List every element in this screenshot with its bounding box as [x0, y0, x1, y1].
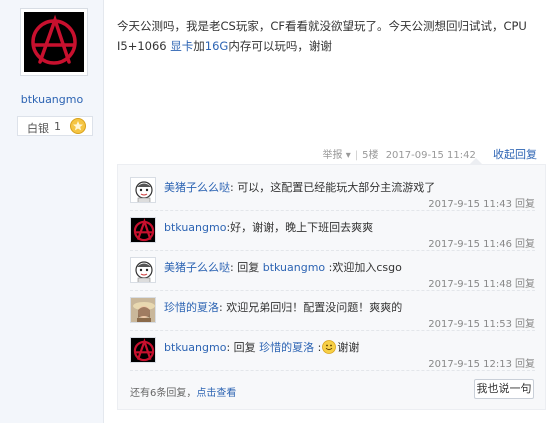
- list-item: 美猪子么么哒: 可以，这配置已经能玩大部分主流游戏了 2017-9-15 11:…: [130, 171, 535, 211]
- cartoon-avatar-icon[interactable]: [130, 257, 156, 283]
- collapse-reply-button[interactable]: 收起回复: [493, 148, 537, 161]
- reply-target-user[interactable]: 珍惜的夏洛: [259, 341, 314, 354]
- reply-text: 好，谢谢，晚上下班回去爽爽: [230, 221, 374, 234]
- reply-timestamp: 2017-9-15 12:13: [428, 359, 512, 370]
- reply-colon: :: [226, 341, 231, 354]
- reply-text: 可以，这配置已经能玩大部分主流游戏了: [237, 181, 436, 194]
- author-avatar[interactable]: [20, 8, 88, 76]
- keyword-link-16g[interactable]: 16G: [205, 39, 229, 53]
- report-link[interactable]: 举报 ▾: [323, 150, 351, 161]
- red-anarchy-symbol-icon[interactable]: [130, 217, 156, 243]
- photo-avatar-icon[interactable]: [130, 297, 156, 323]
- reply-list: 美猪子么么哒: 可以，这配置已经能玩大部分主流游戏了 2017-9-15 11:…: [117, 164, 546, 410]
- post-text-part: 加: [193, 39, 205, 53]
- reply-text: :欢迎加入csgo: [325, 261, 402, 274]
- reply-button[interactable]: 回复: [515, 239, 535, 250]
- floor-number: 5楼: [362, 150, 379, 161]
- more-replies-count: 还有6条回复，: [130, 388, 197, 399]
- reply-text: 欢迎兄弟回归！配置没问题！爽爽的: [226, 301, 403, 314]
- post-text-part: 内存可以玩吗，谢谢: [228, 39, 332, 53]
- reply-text: 谢谢: [337, 341, 360, 354]
- reply-word: 回复: [237, 261, 263, 274]
- add-comment-button[interactable]: 我也说一句: [474, 379, 534, 399]
- rank-badge[interactable]: 白银 1: [17, 116, 93, 136]
- reply-colon: :: [230, 261, 234, 274]
- reply-target-user[interactable]: btkuangmo: [263, 261, 325, 274]
- reply-button[interactable]: 回复: [515, 319, 535, 330]
- smile-emoji-icon: [322, 340, 337, 354]
- list-item: 美猪子么么哒: 回复 btkuangmo :欢迎加入csgo 2017-9-15…: [130, 251, 535, 291]
- reply-word: 回复: [233, 341, 260, 354]
- post-meta-bar: 举报 ▾ | 5楼 2017-09-15 11:42 收起回复: [322, 148, 537, 161]
- list-item: 珍惜的夏洛: 欢迎兄弟回归！配置没问题！爽爽的 2017-9-15 11:53 回…: [130, 291, 535, 331]
- report-arrow-icon: ▾: [345, 150, 351, 161]
- post-timestamp: 2017-09-15 11:42: [385, 150, 476, 161]
- rank-label: 白银: [27, 122, 49, 135]
- reply-separator: :: [314, 341, 322, 354]
- author-username[interactable]: btkuangmo: [0, 93, 104, 106]
- keyword-link-gpu[interactable]: 显卡: [170, 39, 193, 53]
- reply-timestamp: 2017-9-15 11:48: [428, 279, 512, 290]
- reply-username[interactable]: btkuangmo: [164, 221, 226, 234]
- reply-button[interactable]: 回复: [515, 359, 535, 370]
- view-more-replies-link[interactable]: 点击查看: [196, 388, 236, 399]
- reply-timestamp: 2017-9-15 11:53: [428, 319, 512, 330]
- reply-username[interactable]: btkuangmo: [164, 341, 226, 354]
- reply-colon: :: [219, 301, 223, 314]
- reply-colon: :: [230, 181, 234, 194]
- rank-star-badge-icon: [70, 118, 86, 134]
- reply-username[interactable]: 美猪子么么哒: [164, 261, 230, 274]
- red-anarchy-symbol-icon[interactable]: [130, 337, 156, 363]
- red-anarchy-symbol-icon: [24, 12, 84, 72]
- post-content: 今天公测吗，我是老CS玩家，CF看看就没欲望玩了。今天公测想回归试试，CPU I…: [117, 16, 547, 56]
- reply-username[interactable]: 美猪子么么哒: [164, 181, 230, 194]
- rank-level: 1: [54, 120, 61, 133]
- reply-username[interactable]: 珍惜的夏洛: [164, 301, 219, 314]
- list-item: btkuangmo:好，谢谢，晚上下班回去爽爽 2017-9-15 11:46 回…: [130, 211, 535, 251]
- reply-button[interactable]: 回复: [515, 199, 535, 210]
- reply-timestamp: 2017-9-15 11:46: [428, 239, 512, 250]
- reply-button[interactable]: 回复: [515, 279, 535, 290]
- author-sidebar: btkuangmo 白银 1: [0, 0, 104, 423]
- cartoon-avatar-icon[interactable]: [130, 177, 156, 203]
- reply-timestamp: 2017-9-15 11:43: [428, 199, 512, 210]
- more-replies-line: 还有6条回复，点击查看: [130, 384, 236, 399]
- list-item: btkuangmo: 回复 珍惜的夏洛 : 谢谢 2017-9-15 12:13 回…: [130, 331, 535, 371]
